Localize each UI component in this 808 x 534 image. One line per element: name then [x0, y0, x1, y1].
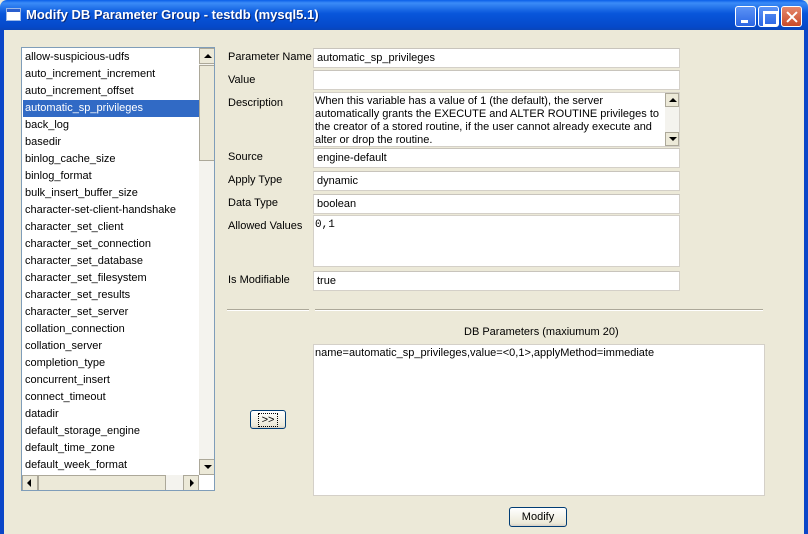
apply-type-label: Apply Type	[228, 174, 283, 186]
description-text: When this variable has a value of 1 (the…	[315, 95, 659, 146]
minimize-button[interactable]	[735, 6, 756, 27]
list-item[interactable]: character_set_client	[23, 219, 199, 236]
allowed-values-field[interactable]: 0,1	[313, 215, 680, 267]
description-scroll-down-button[interactable]	[665, 132, 679, 146]
horizontal-scroll-thumb[interactable]	[38, 475, 166, 490]
parameter-name-field[interactable]: automatic_sp_privileges	[313, 48, 680, 68]
list-item[interactable]: binlog_cache_size	[23, 151, 199, 168]
list-item[interactable]: bulk_insert_buffer_size	[23, 185, 199, 202]
list-item[interactable]: default_storage_engine	[23, 423, 199, 440]
list-item[interactable]: datadir	[23, 406, 199, 423]
value-field[interactable]	[313, 70, 680, 90]
arrow-left-icon	[27, 479, 31, 487]
parameter-list[interactable]: allow-suspicious-udfs auto_increment_incr…	[21, 47, 215, 491]
list-item[interactable]: allow-suspicious-udfs	[23, 49, 199, 66]
list-item[interactable]: character_set_filesystem	[23, 270, 199, 287]
parameter-name-label: Parameter Name	[228, 51, 312, 63]
list-item[interactable]: character_set_connection	[23, 236, 199, 253]
separator-left	[227, 309, 309, 311]
close-button[interactable]	[781, 6, 802, 27]
is-modifiable-label: Is Modifiable	[228, 274, 290, 286]
value-label: Value	[228, 74, 256, 86]
arrow-up-icon	[669, 98, 677, 102]
list-item[interactable]: auto_increment_offset	[23, 83, 199, 100]
arrow-down-icon	[669, 137, 677, 141]
description-field[interactable]: When this variable has a value of 1 (the…	[313, 92, 680, 147]
arrow-right-icon	[190, 479, 194, 487]
add-parameter-button[interactable]: >>	[250, 410, 286, 429]
list-item[interactable]: collation_connection	[23, 321, 199, 338]
list-item[interactable]: character_set_results	[23, 287, 199, 304]
description-scroll-up-button[interactable]	[665, 93, 679, 107]
list-item[interactable]: default_week_format	[23, 457, 199, 474]
data-type-label: Data Type	[228, 197, 278, 209]
list-horizontal-scrollbar[interactable]	[22, 475, 199, 490]
separator-right	[315, 309, 763, 311]
list-item[interactable]: completion_type	[23, 355, 199, 372]
description-scrollbar[interactable]	[665, 93, 679, 146]
list-item[interactable]: connect_timeout	[23, 389, 199, 406]
list-vertical-scrollbar[interactable]	[199, 48, 214, 475]
scroll-up-button[interactable]	[199, 48, 214, 64]
window-border-right	[804, 30, 808, 534]
vertical-scroll-thumb[interactable]	[199, 65, 214, 161]
list-item[interactable]: character_set_database	[23, 253, 199, 270]
data-type-field[interactable]: boolean	[313, 194, 680, 214]
list-item[interactable]: collation_server	[23, 338, 199, 355]
list-item[interactable]: default_time_zone	[23, 440, 199, 457]
list-item[interactable]: character-set-client-handshake	[23, 202, 199, 219]
scroll-left-button[interactable]	[22, 475, 38, 490]
window-border-left	[0, 30, 4, 534]
maximize-button[interactable]	[758, 6, 779, 27]
allowed-values-label: Allowed Values	[228, 220, 303, 232]
scroll-down-button[interactable]	[199, 459, 214, 475]
list-item[interactable]: basedir	[23, 134, 199, 151]
add-parameter-label: >>	[257, 413, 279, 427]
list-item[interactable]: automatic_sp_privileges	[23, 100, 199, 117]
apply-type-field[interactable]: dynamic	[313, 171, 680, 191]
window-title: Modify DB Parameter Group - testdb (mysq…	[26, 7, 319, 22]
scroll-right-button[interactable]	[183, 475, 199, 490]
list-item[interactable]: concurrent_insert	[23, 372, 199, 389]
source-field[interactable]: engine-default	[313, 148, 680, 168]
source-label: Source	[228, 151, 263, 163]
description-label: Description	[228, 97, 284, 109]
window-icon	[6, 8, 21, 21]
list-item[interactable]: auto_increment_increment	[23, 66, 199, 83]
title-bar[interactable]: Modify DB Parameter Group - testdb (mysq…	[0, 0, 808, 30]
arrow-down-icon	[204, 465, 212, 469]
list-item[interactable]: back_log	[23, 117, 199, 134]
modify-button[interactable]: Modify	[509, 507, 567, 527]
db-parameters-label: DB Parameters (maxiumum 20)	[464, 326, 619, 338]
list-item[interactable]: character_set_server	[23, 304, 199, 321]
is-modifiable-field[interactable]: true	[313, 271, 680, 291]
list-item[interactable]: binlog_format	[23, 168, 199, 185]
arrow-up-icon	[204, 54, 212, 58]
db-parameters-list[interactable]: name=automatic_sp_privileges,value=<0,1>…	[313, 344, 765, 496]
